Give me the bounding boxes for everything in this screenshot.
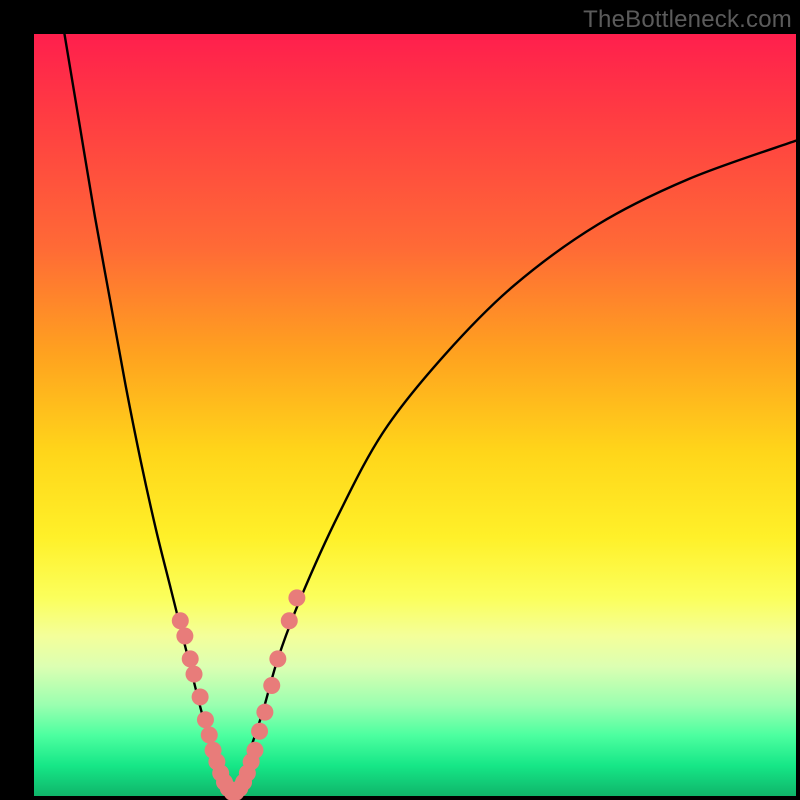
curve-group: [64, 34, 796, 796]
data-marker: [251, 723, 268, 740]
data-marker: [182, 650, 199, 667]
data-marker: [256, 704, 273, 721]
watermark-text: TheBottleneck.com: [583, 6, 792, 34]
data-marker: [246, 742, 263, 759]
data-marker: [201, 727, 218, 744]
chart-svg: [34, 34, 796, 796]
data-marker: [172, 612, 189, 629]
data-marker: [176, 627, 193, 644]
data-marker: [186, 666, 203, 683]
data-marker: [269, 650, 286, 667]
marker-group: [172, 589, 306, 800]
data-marker: [192, 688, 209, 705]
curve-path-0: [64, 34, 232, 796]
data-marker: [197, 711, 214, 728]
data-marker: [281, 612, 298, 629]
data-marker: [288, 589, 305, 606]
data-marker: [263, 677, 280, 694]
curve-path-1: [232, 141, 796, 796]
chart-stage: TheBottleneck.com: [0, 0, 800, 800]
